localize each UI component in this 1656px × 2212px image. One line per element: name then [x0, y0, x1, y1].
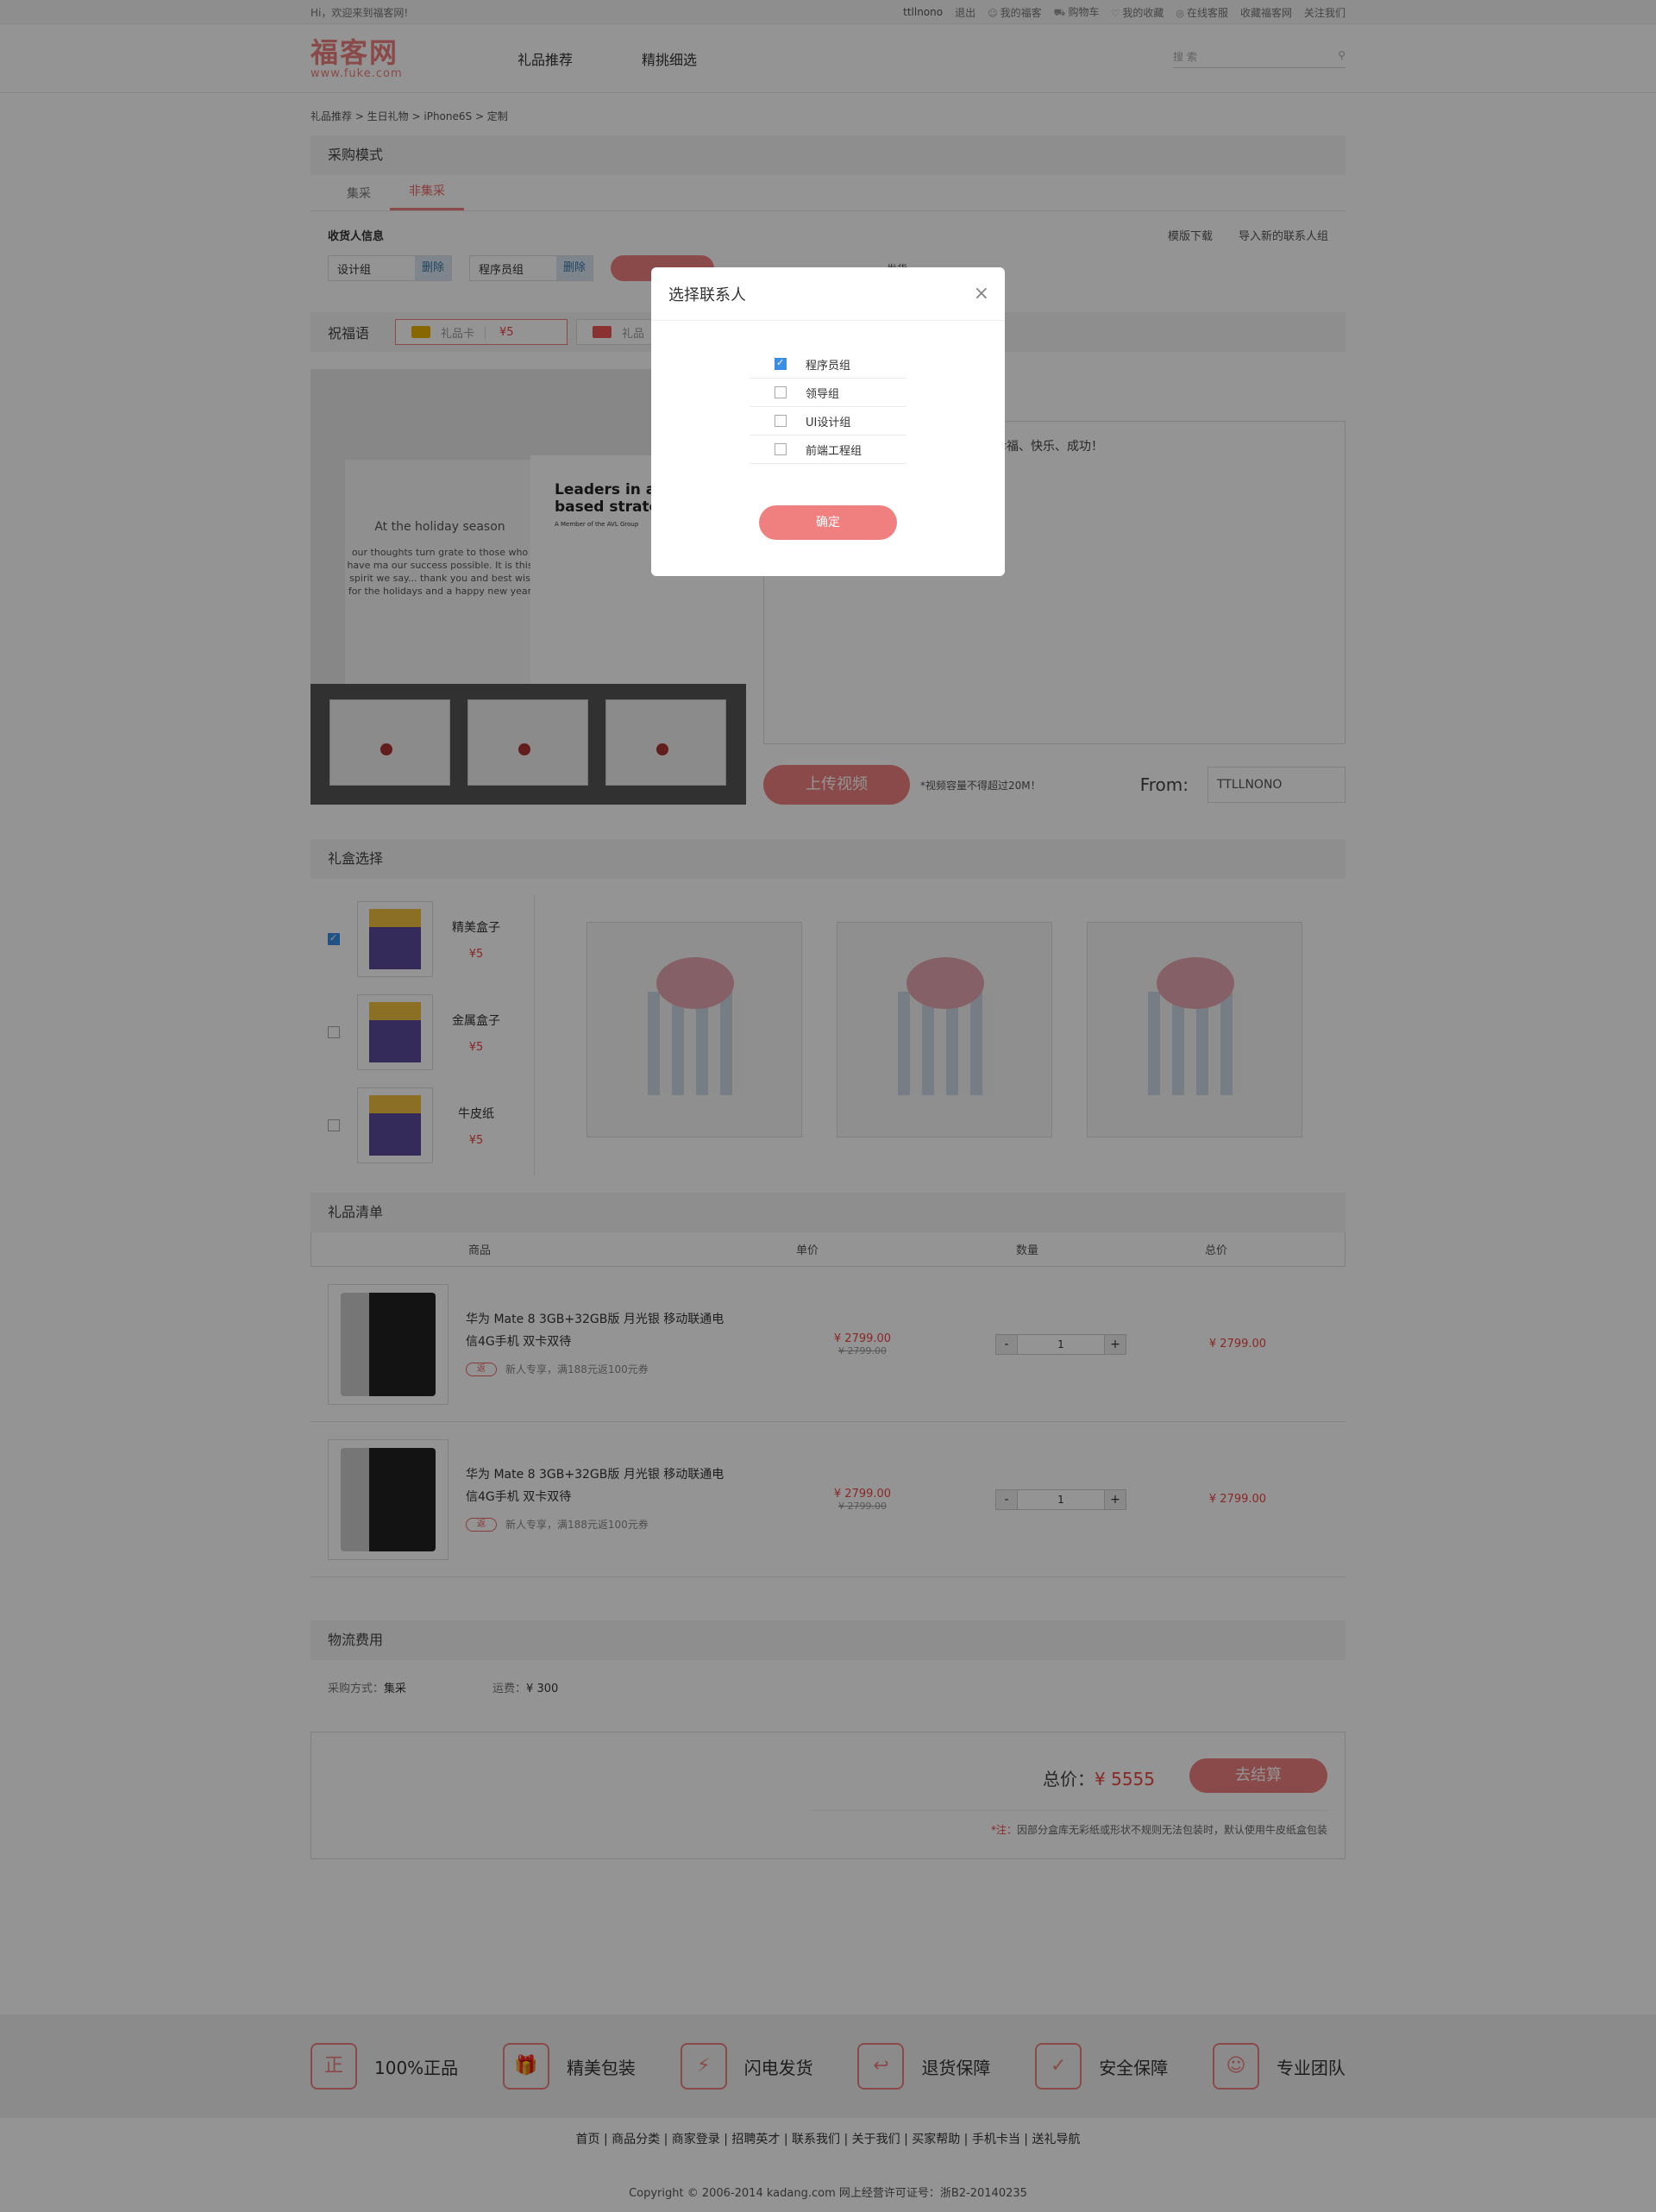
confirm-button[interactable]: 确定 [759, 505, 897, 540]
list-item[interactable]: UI设计组 [750, 407, 906, 436]
checkbox[interactable] [775, 415, 787, 427]
close-icon[interactable]: × [974, 283, 989, 304]
checkbox[interactable] [775, 357, 787, 370]
list-item[interactable]: 程序员组 [750, 350, 906, 379]
checkbox[interactable] [775, 386, 787, 398]
list-item[interactable]: 领导组 [750, 379, 906, 407]
modal-title: 选择联系人 [668, 285, 746, 304]
contact-group-list: 程序员组 领导组 UI设计组 前端工程组 [750, 350, 906, 464]
list-item[interactable]: 前端工程组 [750, 436, 906, 464]
select-contact-modal: 选择联系人 × 程序员组 领导组 UI设计组 前端工程组 确定 [651, 267, 1005, 576]
checkbox[interactable] [775, 443, 787, 455]
